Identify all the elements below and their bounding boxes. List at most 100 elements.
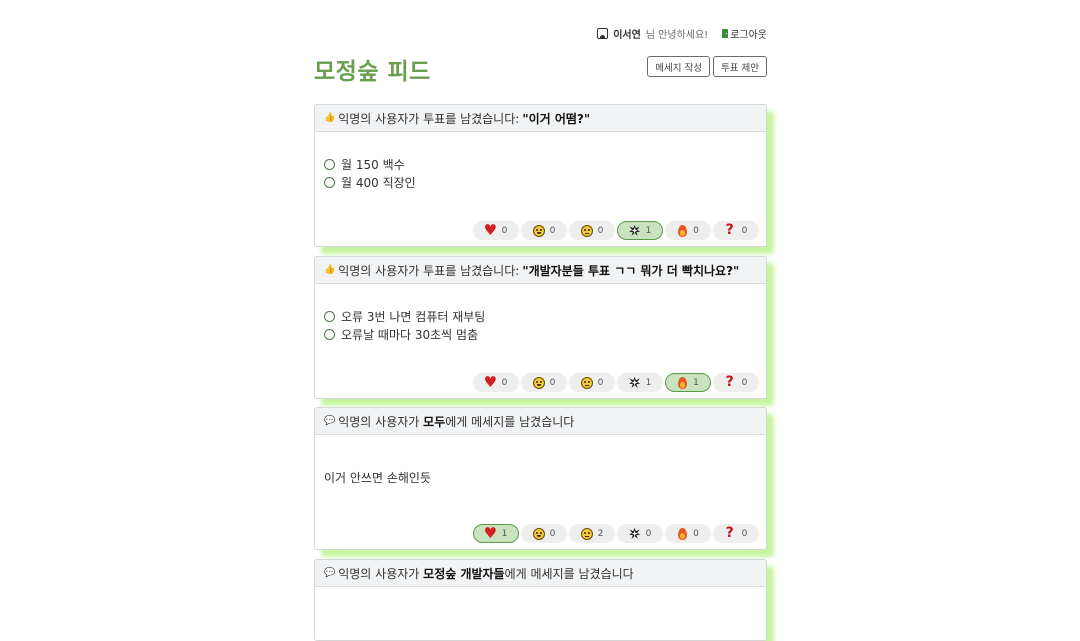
question-mark-icon	[725, 222, 737, 238]
radio-button[interactable]	[324, 328, 335, 340]
vote-question: "개발자분들 투표 ㄱㄱ 뭐가 더 빡치나요?"	[522, 263, 740, 278]
reaction-count: 0	[741, 225, 748, 236]
card-header-suffix: 에게 메세지를 남겼습니다	[504, 566, 634, 581]
reaction-count: 0	[549, 225, 556, 236]
vote-option-label: 오류날 때마다 30초씩 멈춤	[341, 327, 479, 342]
fire-icon	[678, 224, 688, 237]
radio-button[interactable]	[324, 176, 335, 188]
explosion-icon	[628, 224, 641, 237]
card-header-prefix: 익명의 사용자가	[338, 566, 420, 581]
reaction-bar: 1 0 2 0 0 0	[473, 524, 759, 543]
heart-icon	[484, 524, 497, 542]
user-avatar-icon	[597, 28, 609, 39]
reaction-count: 0	[741, 528, 748, 539]
reaction-count: 0	[741, 377, 748, 388]
vote-option[interactable]: 월 150 백수	[324, 155, 416, 173]
feed-card-message: 💬 익명의 사용자가 모두에게 메세지를 남겼습니다 이거 안쓰면 손해인듯 1…	[314, 407, 767, 550]
card-header: 💬 익명의 사용자가 모정숲 개발자들 에게 메세지를 남겼습니다	[315, 560, 766, 587]
reaction-count: 2	[597, 528, 604, 539]
reaction-count: 1	[645, 225, 652, 236]
page-title: 모정숲 피드	[314, 59, 431, 85]
card-header: 👍 익명의 사용자가 투표를 남겼습니다: "이거 어떰?"	[315, 105, 766, 132]
propose-vote-button[interactable]: 투표 제안	[713, 56, 767, 77]
speech-bubble-icon: 💬	[324, 416, 336, 426]
sad-face-icon	[580, 527, 593, 540]
reaction-sad-button[interactable]: 2	[569, 524, 615, 543]
vote-option-label: 월 400 직장인	[341, 175, 416, 190]
speech-bubble-icon: 💬	[324, 568, 336, 578]
message-recipient: 모정숲 개발자들	[423, 566, 505, 581]
username: 이서연	[613, 30, 641, 41]
heart-icon	[484, 221, 497, 239]
reaction-laugh-button[interactable]: 0	[521, 373, 567, 392]
card-header-prefix: 익명의 사용자가	[338, 414, 420, 429]
heart-icon	[484, 373, 497, 391]
vote-option[interactable]: 오류 3번 나면 컴퓨터 재부팅	[324, 307, 485, 325]
reaction-count: 0	[693, 528, 699, 539]
reaction-count: 0	[645, 528, 652, 539]
laughing-face-icon	[532, 224, 545, 237]
card-header-prefix: 익명의 사용자가 투표를 남겼습니다:	[338, 111, 520, 126]
thumbs-up-icon: 👍	[324, 265, 336, 275]
card-header: 💬 익명의 사용자가 모두 에게 메세지를 남겼습니다	[315, 408, 766, 435]
reaction-sad-button[interactable]: 0	[569, 221, 615, 240]
reaction-explosion-button[interactable]: 1	[617, 373, 663, 392]
reaction-count: 0	[597, 377, 604, 388]
reaction-heart-button[interactable]: 1	[473, 524, 519, 543]
card-header-prefix: 익명의 사용자가 투표를 남겼습니다:	[338, 263, 520, 278]
greeting-text: 님 안녕하세요!	[645, 30, 709, 41]
logout-label: 로그아웃	[730, 30, 767, 41]
user-info: 이서연 님 안녕하세요!	[597, 26, 708, 41]
message-body: 이거 안쓰면 손해인듯	[324, 471, 431, 485]
reaction-count: 0	[501, 225, 508, 236]
radio-button[interactable]	[324, 310, 335, 322]
explosion-icon	[628, 527, 641, 540]
reaction-heart-button[interactable]: 0	[473, 221, 519, 240]
reaction-count: 0	[549, 377, 556, 388]
write-message-button[interactable]: 메세지 작성	[647, 56, 711, 77]
vote-question: "이거 어떰?"	[522, 111, 591, 126]
reaction-fire-button[interactable]: 0	[665, 524, 711, 543]
reaction-count: 1	[645, 377, 652, 388]
fire-icon	[678, 376, 688, 389]
reaction-heart-button[interactable]: 0	[473, 373, 519, 392]
reaction-count: 0	[693, 225, 699, 236]
question-mark-icon	[725, 374, 737, 390]
reaction-count: 0	[549, 528, 556, 539]
reaction-count: 1	[693, 377, 699, 388]
radio-button[interactable]	[324, 158, 335, 170]
reaction-bar: 0 0 0 1 0 0	[473, 221, 759, 240]
laughing-face-icon	[532, 376, 545, 389]
feed-card-vote: 👍 익명의 사용자가 투표를 남겼습니다: "이거 어떰?" 월 150 백수 …	[314, 104, 767, 247]
card-header-suffix: 에게 메세지를 남겼습니다	[445, 414, 575, 429]
door-icon	[722, 29, 729, 38]
reaction-fire-button[interactable]: 1	[665, 373, 711, 392]
vote-option[interactable]: 월 400 직장인	[324, 173, 416, 191]
sad-face-icon	[580, 224, 593, 237]
reaction-question-button[interactable]: 0	[713, 524, 759, 543]
vote-options: 월 150 백수 월 400 직장인	[324, 155, 416, 191]
reaction-question-button[interactable]: 0	[713, 221, 759, 240]
feed-card-message: 💬 익명의 사용자가 모정숲 개발자들 에게 메세지를 남겼습니다	[314, 559, 767, 641]
message-recipient: 모두	[423, 414, 446, 429]
header-actions: 메세지 작성 투표 제안	[647, 56, 767, 77]
explosion-icon	[628, 376, 641, 389]
reaction-question-button[interactable]: 0	[713, 373, 759, 392]
vote-options: 오류 3번 나면 컴퓨터 재부팅 오류날 때마다 30초씩 멈춤	[324, 307, 485, 343]
logout-link[interactable]: 로그아웃	[722, 26, 767, 41]
question-mark-icon	[725, 525, 737, 541]
reaction-sad-button[interactable]: 0	[569, 373, 615, 392]
reaction-count: 0	[501, 377, 508, 388]
reaction-fire-button[interactable]: 0	[665, 221, 711, 240]
reaction-count: 0	[597, 225, 604, 236]
vote-option-label: 월 150 백수	[341, 157, 405, 172]
laughing-face-icon	[532, 527, 545, 540]
reaction-bar: 0 0 0 1 1 0	[473, 373, 759, 392]
reaction-explosion-button[interactable]: 0	[617, 524, 663, 543]
user-bar: 이서연 님 안녕하세요! 로그아웃	[597, 26, 767, 41]
reaction-count: 1	[501, 528, 508, 539]
reaction-laugh-button[interactable]: 0	[521, 221, 567, 240]
reaction-explosion-button[interactable]: 1	[617, 221, 663, 240]
reaction-laugh-button[interactable]: 0	[521, 524, 567, 543]
vote-option[interactable]: 오류날 때마다 30초씩 멈춤	[324, 325, 485, 343]
